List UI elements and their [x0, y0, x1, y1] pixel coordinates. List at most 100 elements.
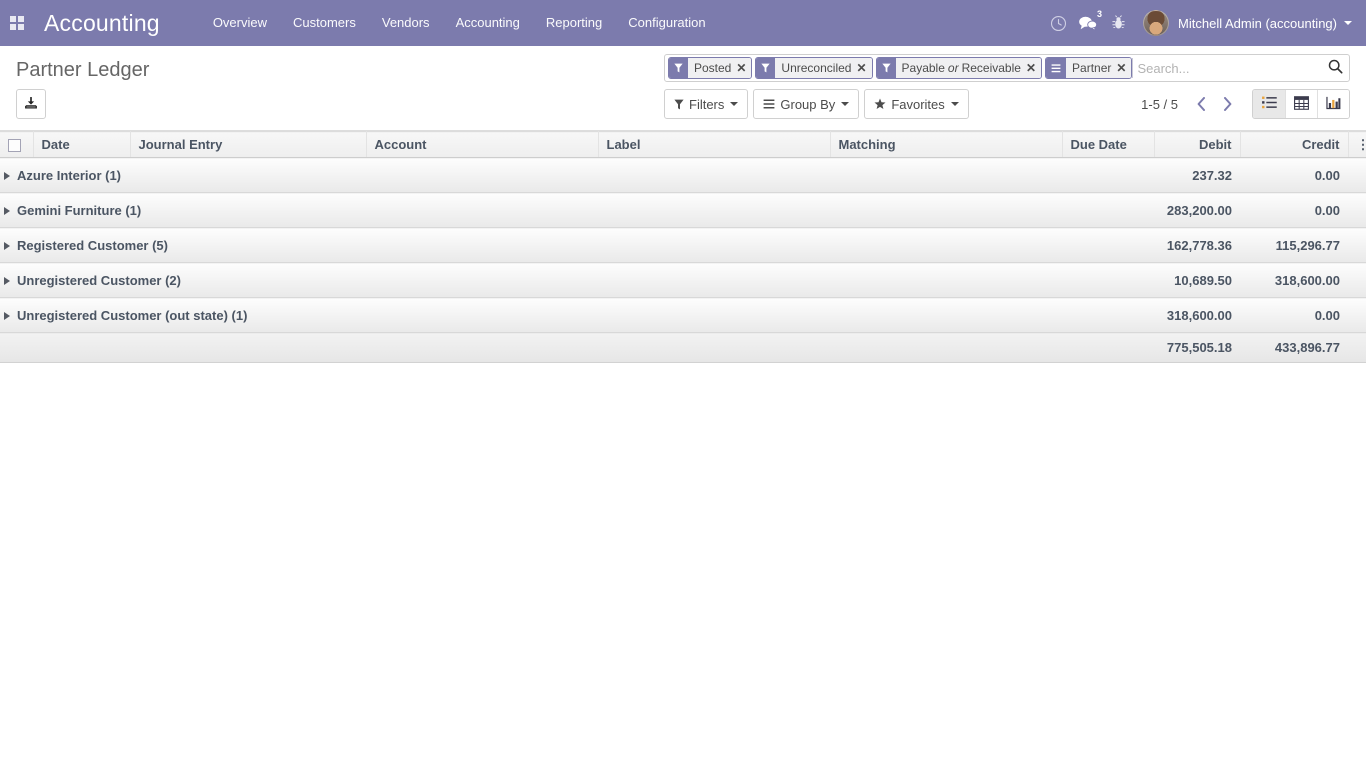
table-header-row: Date Journal Entry Account Label Matchin…: [0, 131, 1366, 158]
facet-remove-icon[interactable]: ✕: [856, 62, 866, 74]
chevron-down-icon: [730, 102, 739, 106]
table-row[interactable]: Unregistered Customer (2) 10,689.50 318,…: [0, 262, 1366, 298]
search-and-view-tools: Posted ✕ Unreconciled ✕ Payable or Recei…: [664, 46, 1350, 119]
clock-icon: [1050, 15, 1067, 32]
table-row[interactable]: Azure Interior (1) 237.32 0.00: [0, 157, 1366, 193]
table-row[interactable]: Registered Customer (5) 162,778.36 115,2…: [0, 227, 1366, 263]
group-name-cell: Azure Interior (1): [0, 157, 1154, 193]
user-menu-button[interactable]: Mitchell Admin (accounting): [1133, 0, 1358, 46]
messages-menu-button[interactable]: 3: [1073, 0, 1103, 46]
view-switcher-pivot[interactable]: [1285, 90, 1317, 118]
search-view: Posted ✕ Unreconciled ✕ Payable or Recei…: [664, 54, 1350, 82]
chevron-right-icon[interactable]: [4, 172, 10, 181]
group-name-label: Unregistered Customer (out state) (1): [17, 307, 248, 323]
debug-menu-button[interactable]: [1103, 0, 1133, 46]
group-credit-cell: 115,296.77: [1240, 227, 1348, 263]
group-name-cell: Unregistered Customer (2): [0, 262, 1154, 298]
group-by-button-label: Group By: [780, 96, 836, 112]
filters-button[interactable]: Filters: [664, 89, 749, 119]
menu-item-customers[interactable]: Customers: [280, 0, 369, 46]
facet-remove-icon[interactable]: ✕: [1116, 62, 1126, 74]
group-by-button[interactable]: Group By: [753, 89, 860, 119]
pager-next-button[interactable]: [1214, 91, 1240, 117]
chevron-right-icon[interactable]: [4, 277, 10, 286]
chevron-right-icon[interactable]: [4, 242, 10, 251]
search-toolbar: Filters Group By Favorites 1-5 / 5: [664, 89, 1350, 119]
total-credit-cell: 433,896.77: [1240, 332, 1348, 363]
group-debit-cell: 10,689.50: [1154, 262, 1240, 298]
chevron-right-icon: [1223, 97, 1231, 111]
chevron-right-icon[interactable]: [4, 207, 10, 216]
apps-menu-button[interactable]: [0, 0, 34, 46]
column-header-matching[interactable]: Matching: [830, 131, 1063, 158]
list-view: Date Journal Entry Account Label Matchin…: [0, 131, 1366, 363]
search-facet-unreconciled[interactable]: Unreconciled ✕: [755, 57, 873, 79]
user-name-label: Mitchell Admin (accounting): [1178, 15, 1337, 31]
filter-icon: [756, 58, 776, 78]
menu-item-reporting[interactable]: Reporting: [533, 0, 615, 46]
bars-icon: [763, 99, 775, 109]
search-facet-payable-or-receivable[interactable]: Payable or Receivable ✕: [875, 57, 1043, 79]
chevron-right-icon[interactable]: [4, 312, 10, 321]
group-debit-cell: 318,600.00: [1154, 297, 1240, 333]
view-switcher: [1252, 89, 1350, 119]
menu-item-accounting[interactable]: Accounting: [443, 0, 533, 46]
facet-remove-icon[interactable]: ✕: [736, 62, 746, 74]
column-header-journal-entry[interactable]: Journal Entry: [130, 131, 367, 158]
search-facet-posted[interactable]: Posted ✕: [668, 57, 753, 79]
view-switcher-graph[interactable]: [1317, 90, 1349, 118]
group-credit-cell: 0.00: [1240, 192, 1348, 228]
column-header-label[interactable]: Label: [598, 131, 831, 158]
search-input[interactable]: [1137, 60, 1321, 76]
group-name-label: Unregistered Customer (2): [17, 272, 181, 288]
view-switcher-list[interactable]: [1253, 90, 1285, 118]
column-header-debit[interactable]: Debit: [1154, 131, 1241, 158]
filter-icon: [674, 99, 684, 110]
column-header-credit[interactable]: Credit: [1240, 131, 1349, 158]
table-row[interactable]: Unregistered Customer (out state) (1) 31…: [0, 297, 1366, 333]
checkbox-unchecked-icon[interactable]: [8, 139, 21, 153]
search-submit-button[interactable]: [1321, 55, 1349, 81]
column-header-date[interactable]: Date: [33, 131, 131, 158]
table-options-button[interactable]: ⋮: [1348, 131, 1366, 158]
search-facet-partner[interactable]: Partner ✕: [1045, 57, 1133, 79]
search-facet-label: Posted ✕: [688, 58, 752, 78]
vertical-dots-icon: ⋮: [1356, 137, 1366, 152]
table-row[interactable]: Gemini Furniture (1) 283,200.00 0.00: [0, 192, 1366, 228]
group-debit-cell: 162,778.36: [1154, 227, 1240, 263]
graph-view-icon: [1326, 96, 1341, 113]
column-header-due-date[interactable]: Due Date: [1062, 131, 1155, 158]
group-name-label: Gemini Furniture (1): [17, 202, 142, 218]
table-total-row: 775,505.18 433,896.77: [0, 332, 1366, 363]
export-button[interactable]: [16, 89, 46, 119]
column-header-account[interactable]: Account: [366, 131, 599, 158]
star-icon: [874, 98, 886, 110]
search-dropdown-buttons: Filters Group By Favorites: [664, 89, 974, 119]
control-panel: Partner Ledger Posted ✕ Unreconciled ✕ P…: [0, 46, 1366, 131]
group-credit-cell: 0.00: [1240, 157, 1348, 193]
partner-ledger-table: Date Journal Entry Account Label Matchin…: [0, 131, 1366, 363]
search-facet-label: Partner ✕: [1066, 58, 1132, 78]
top-navbar: Accounting Overview Customers Vendors Ac…: [0, 0, 1366, 46]
activity-menu-button[interactable]: [1043, 0, 1073, 46]
group-name-label: Azure Interior (1): [17, 167, 122, 183]
menu-item-overview[interactable]: Overview: [200, 0, 280, 46]
pager-previous-button[interactable]: [1188, 91, 1214, 117]
main-menu: Overview Customers Vendors Accounting Re…: [200, 0, 719, 46]
group-credit-cell: 318,600.00: [1240, 262, 1348, 298]
pivot-view-icon: [1294, 95, 1309, 113]
group-options-cell: [1348, 227, 1366, 263]
group-name-label: Registered Customer (5): [17, 237, 168, 253]
messages-badge-count: 3: [1097, 9, 1103, 19]
pager-value: 1-5 / 5: [1141, 96, 1178, 112]
favorites-button[interactable]: Favorites: [864, 89, 969, 119]
select-all-header: [0, 131, 34, 158]
group-credit-cell: 0.00: [1240, 297, 1348, 333]
menu-item-configuration[interactable]: Configuration: [615, 0, 718, 46]
bars-icon: [1046, 58, 1067, 78]
search-facet-label: Unreconciled ✕: [775, 58, 872, 78]
menu-item-vendors[interactable]: Vendors: [369, 0, 443, 46]
facet-remove-icon[interactable]: ✕: [1026, 62, 1036, 74]
group-options-cell: [1348, 192, 1366, 228]
pager: 1-5 / 5: [1141, 89, 1350, 119]
